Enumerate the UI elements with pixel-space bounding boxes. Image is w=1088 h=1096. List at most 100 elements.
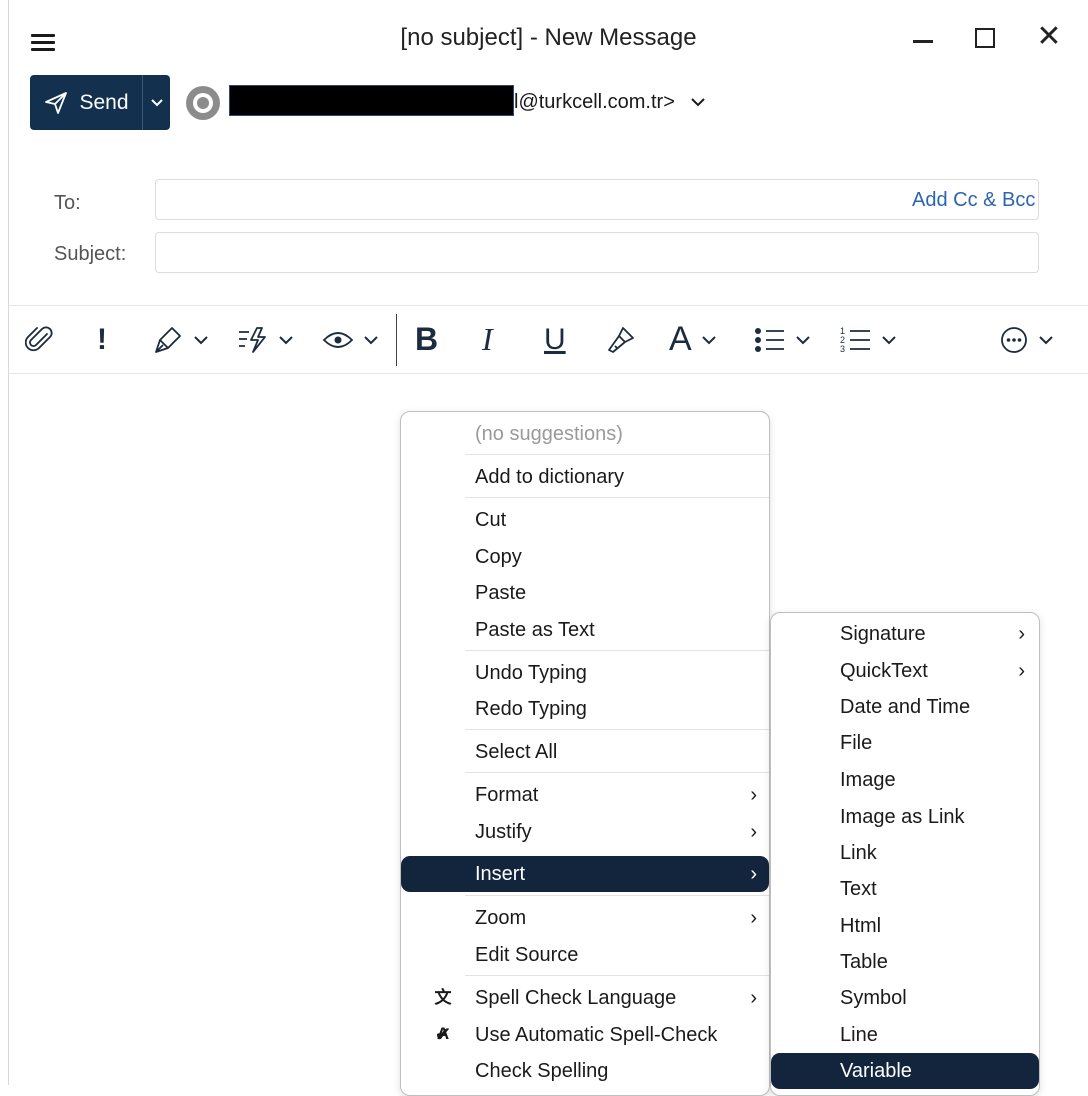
bold-button[interactable]: B <box>415 306 438 373</box>
insert-submenu: Signature › QuickText › Date and Time Fi… <box>770 612 1040 1096</box>
context-menu: (no suggestions) Add to dictionary Cut C… <box>400 411 770 1096</box>
chevron-right-icon: › <box>1018 660 1025 682</box>
send-button[interactable]: Send <box>30 75 143 130</box>
format-painter-button[interactable] <box>605 306 637 373</box>
view-options-button[interactable] <box>322 306 380 373</box>
submenu-item-quicktext[interactable]: QuickText › <box>771 653 1039 689</box>
bullet-list-button[interactable] <box>754 306 812 373</box>
subject-field[interactable] <box>155 232 1039 273</box>
send-icon <box>45 91 68 114</box>
submenu-item-line[interactable]: Line <box>771 1017 1039 1053</box>
send-label: Send <box>79 90 129 114</box>
menu-item-edit-source[interactable]: Edit Source <box>401 937 769 973</box>
quick-action-button[interactable] <box>237 306 295 373</box>
attachment-button[interactable] <box>25 306 55 373</box>
menu-item-use-automatic-spell-check-label: Use Automatic Spell-Check <box>475 1024 718 1046</box>
more-options-button[interactable] <box>999 306 1055 373</box>
chevron-right-icon: › <box>750 907 757 929</box>
to-label: To: <box>54 192 81 214</box>
checkmark-icon: ✔ <box>434 1024 452 1046</box>
menu-item-undo-typing[interactable]: Undo Typing <box>401 655 769 691</box>
submenu-item-date-and-time[interactable]: Date and Time <box>771 689 1039 725</box>
from-chevron-down-icon[interactable] <box>688 92 708 112</box>
redacted-sender <box>229 85 514 116</box>
format-painter-icon <box>608 326 634 353</box>
submenu-item-link[interactable]: Link <box>771 835 1039 871</box>
bullet-list-icon <box>755 327 784 352</box>
submenu-item-variable[interactable]: Variable <box>771 1053 1039 1089</box>
menu-item-check-spelling[interactable]: Check Spelling <box>401 1053 769 1089</box>
minimize-button[interactable] <box>905 22 945 58</box>
menu-item-no-suggestions: (no suggestions) <box>475 423 623 445</box>
close-button[interactable]: ✕ <box>1029 22 1069 58</box>
add-cc-bcc-link[interactable]: Add Cc & Bcc <box>912 189 1035 212</box>
menu-item-justify-label: Justify <box>475 821 532 843</box>
title-bar: [no subject] - New Message ✕ <box>9 0 1088 70</box>
submenu-item-quicktext-label: QuickText <box>840 660 928 682</box>
submenu-item-signature[interactable]: Signature › <box>771 616 1039 652</box>
menu-item-spell-check-language[interactable]: 文A Spell Check Language › <box>401 980 769 1043</box>
chevron-down-icon <box>796 335 810 344</box>
pen-icon <box>155 326 181 353</box>
submenu-item-image[interactable]: Image <box>771 762 1039 798</box>
menu-separator <box>465 650 769 651</box>
numbered-list-button[interactable]: 1 2 3 <box>840 306 898 373</box>
font-icon: A <box>669 320 692 358</box>
submenu-item-symbol[interactable]: Symbol <box>771 980 1039 1016</box>
menu-item-redo-typing[interactable]: Redo Typing <box>401 691 769 727</box>
send-button-group: Send <box>30 75 170 130</box>
menu-item-format-label: Format <box>475 784 539 806</box>
menu-item-spell-check-language-label: Spell Check Language <box>475 987 677 1009</box>
menu-separator <box>465 497 769 498</box>
submenu-item-html[interactable]: Html <box>771 908 1039 944</box>
to-field[interactable] <box>155 179 1039 220</box>
menu-item-zoom[interactable]: Zoom › <box>401 900 769 936</box>
quick-action-icon <box>239 326 266 353</box>
font-button[interactable]: A <box>669 306 718 373</box>
submenu-item-image-as-link[interactable]: Image as Link <box>771 799 1039 835</box>
from-email-address: l@turkcell.com.tr> <box>514 91 675 113</box>
to-input[interactable] <box>156 180 1038 219</box>
menu-item-paste[interactable]: Paste <box>401 575 769 611</box>
submenu-item-file[interactable]: File <box>771 725 1039 761</box>
menu-separator <box>465 454 769 455</box>
subject-input[interactable] <box>156 233 1038 272</box>
send-options-dropdown[interactable] <box>143 75 170 130</box>
menu-item-select-all[interactable]: Select All <box>401 734 769 770</box>
chevron-right-icon: › <box>750 821 757 843</box>
chevron-right-icon: › <box>750 863 757 885</box>
maximize-button[interactable] <box>967 22 1007 58</box>
menu-item-insert[interactable]: Insert › <box>401 856 769 892</box>
chevron-down-icon <box>150 98 163 106</box>
toolbar-separator <box>396 314 397 366</box>
formatting-toolbar: ! B I U A 1 2 3 <box>9 305 1088 374</box>
submenu-item-table[interactable]: Table <box>771 944 1039 980</box>
menu-separator <box>465 895 769 896</box>
italic-button[interactable]: I <box>482 306 493 373</box>
menu-item-paste-as-text[interactable]: Paste as Text <box>401 612 769 648</box>
attachment-icon <box>25 325 53 351</box>
signature-pen-button[interactable] <box>152 306 210 373</box>
menu-separator <box>465 772 769 773</box>
submenu-item-text[interactable]: Text <box>771 871 1039 907</box>
menu-item-add-to-dictionary[interactable]: Add to dictionary <box>401 459 769 495</box>
chevron-down-icon <box>1039 335 1053 344</box>
menu-item-copy[interactable]: Copy <box>401 539 769 575</box>
eye-icon <box>322 331 354 348</box>
chevron-down-icon <box>279 335 293 344</box>
chevron-right-icon: › <box>750 784 757 806</box>
menu-item-use-automatic-spell-check[interactable]: ✔ Use Automatic Spell-Check <box>401 1017 769 1053</box>
menu-item-justify[interactable]: Justify › <box>401 814 769 850</box>
menu-separator <box>465 729 769 730</box>
chevron-down-icon <box>364 335 378 344</box>
menu-item-cut[interactable]: Cut <box>401 502 769 538</box>
menu-separator <box>465 975 769 976</box>
identity-avatar <box>186 86 220 120</box>
underline-button[interactable]: U <box>544 306 566 373</box>
menu-item-format[interactable]: Format › <box>401 777 769 813</box>
menu-item-zoom-label: Zoom <box>475 907 527 929</box>
more-icon <box>1001 326 1027 353</box>
priority-button[interactable]: ! <box>97 306 107 373</box>
chevron-right-icon: › <box>750 987 757 1009</box>
menu-item-insert-label: Insert <box>475 863 526 885</box>
